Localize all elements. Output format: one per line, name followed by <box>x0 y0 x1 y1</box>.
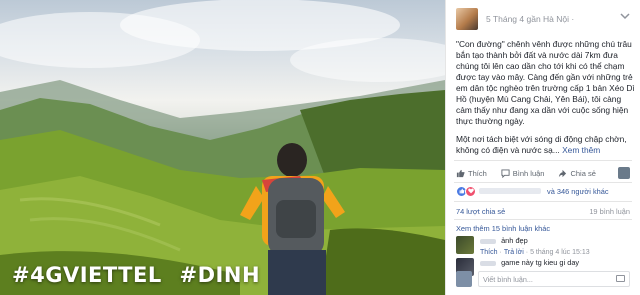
author-avatar[interactable] <box>456 8 478 30</box>
reactions-summary[interactable]: và 346 người khác <box>456 184 630 198</box>
camera-icon[interactable] <box>616 275 625 282</box>
post-text: "Con đường" chênh vênh được những chú tr… <box>456 39 636 163</box>
see-more-comments-link[interactable]: Xem thêm 15 bình luận khác <box>456 224 550 233</box>
post-counts: 74 lượt chia sẻ 19 bình luận <box>456 207 630 216</box>
hashtag-4gviettel[interactable]: #4GVIETTEL <box>12 263 162 287</box>
comment-count[interactable]: 19 bình luận <box>589 207 630 216</box>
commenter-name-redacted[interactable] <box>480 238 496 244</box>
share-icon <box>559 169 567 177</box>
post-paragraph-1: "Con đường" chênh vênh được những chú tr… <box>456 39 635 126</box>
comment-text: ảnh đẹp <box>501 236 528 245</box>
current-user-avatar <box>456 271 472 287</box>
more-menu-icon[interactable] <box>620 11 630 24</box>
commenter-avatar[interactable] <box>456 236 474 254</box>
see-more-link[interactable]: Xem thêm <box>562 145 600 155</box>
post-meta[interactable]: 5 Tháng 4 gần Hà Nội · <box>486 14 574 24</box>
comment-like-link[interactable]: Thích <box>480 249 498 256</box>
love-reaction-icon <box>465 185 476 197</box>
comment-text: game này tg kieu gi day <box>501 258 580 267</box>
like-button[interactable]: Thích <box>456 169 487 178</box>
reactions-others[interactable]: và 346 người khác <box>547 187 609 196</box>
post-actions: Thích Bình luận Chia sẻ <box>456 166 630 180</box>
post-author: 5 Tháng 4 gần Hà Nội · <box>456 8 574 30</box>
comment-icon <box>501 168 510 178</box>
hashtag-dinh[interactable]: #DINH <box>180 263 261 287</box>
share-label: Chia sẻ <box>570 168 596 178</box>
comment-button[interactable]: Bình luận <box>501 168 545 178</box>
like-icon <box>456 169 465 177</box>
comment-timestamp[interactable]: 5 tháng 4 lúc 15:13 <box>530 249 590 256</box>
reply-box: Viết bình luận... <box>456 270 630 288</box>
divider <box>454 182 632 183</box>
comment-item: ảnh đẹp Thích · Trả lời · 5 tháng 4 lúc 15:1… <box>456 236 590 256</box>
comment-label: Bình luận <box>512 168 545 178</box>
comment-input[interactable]: Viết bình luận... <box>478 271 630 287</box>
divider <box>454 201 632 202</box>
share-as-avatar[interactable] <box>618 167 630 179</box>
post-paragraph-2-text: Một nơi tách biệt với sóng di động chập … <box>456 134 627 155</box>
post-paragraph-2: Một nơi tách biệt với sóng di động chập … <box>456 134 636 156</box>
like-label: Thích <box>468 168 487 178</box>
post-photo[interactable]: #4GVIETTEL #DINH <box>0 0 445 295</box>
photo-hashtags: #4GVIETTEL #DINH <box>12 263 270 287</box>
reactor-names-redacted <box>479 188 541 194</box>
share-button[interactable]: Chia sẻ <box>558 168 596 178</box>
share-count[interactable]: 74 lượt chia sẻ <box>456 207 505 216</box>
landscape-illustration <box>0 0 445 295</box>
divider <box>454 219 632 220</box>
comment-tools: Thích · Trả lời · 5 tháng 4 lúc 15:13 <box>480 249 590 256</box>
comment-input-placeholder: Viết bình luận... <box>483 275 533 284</box>
commenter-name-redacted[interactable] <box>480 260 496 266</box>
comment-reply-link[interactable]: Trả lời <box>504 249 524 256</box>
divider <box>454 160 632 161</box>
post-sidebar: 5 Tháng 4 gần Hà Nội · "Con đường" chênh… <box>445 0 640 295</box>
